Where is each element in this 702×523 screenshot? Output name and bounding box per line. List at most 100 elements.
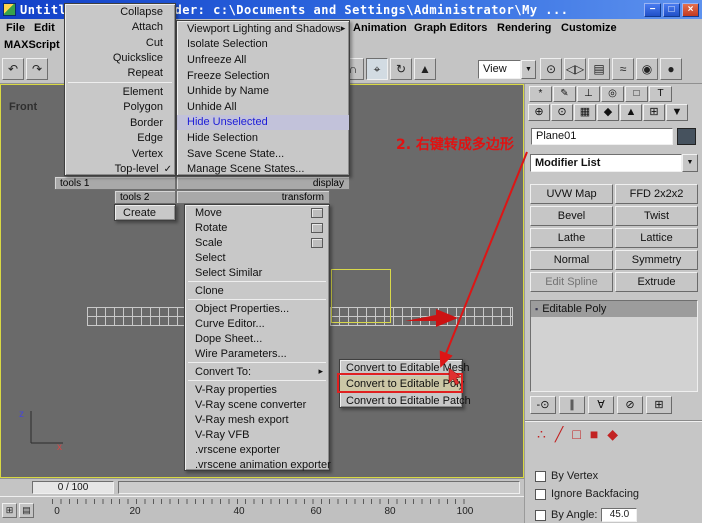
timeline-list-icon[interactable]: ▤ [19,503,34,518]
mirror-icon[interactable]: ◁▷ [564,58,586,80]
menu-item-polygon[interactable]: Polygon [65,100,175,115]
menu-item-save-scene-state[interactable]: Save Scene State... [177,146,349,162]
modifier-button-uvw-map[interactable]: UVW Map [530,184,613,204]
modifier-button-normal[interactable]: Normal [530,250,613,270]
menu-item-convert-to[interactable]: Convert To:▸ [185,364,329,379]
menu-item-vrscene-animation-exporter[interactable]: .vrscene animation exporter [185,457,329,472]
pin-stack-icon[interactable]: -⊙ [530,396,556,414]
menu-item-collapse[interactable]: Collapse [65,4,175,19]
modifier-button-twist[interactable]: Twist [615,206,698,226]
minimize-button[interactable]: − [644,3,661,17]
menu-item-vrscene-exporter[interactable]: .vrscene exporter [185,442,329,457]
panel-icon-3[interactable]: ▦ [574,104,596,121]
menu-item-border[interactable]: Border [65,115,175,130]
modifier-button-bevel[interactable]: Bevel [530,206,613,226]
tab-motion[interactable]: ◎ [601,86,624,102]
edge-subobject-icon[interactable]: ╱ [555,426,563,443]
curve-editor-icon[interactable]: ≈ [612,58,634,80]
configure-modifier-sets-icon[interactable]: ⊞ [646,396,672,414]
menu-item-unhide-all[interactable]: Unhide All [177,99,349,115]
dropdown-arrow-icon[interactable]: ▼ [521,60,536,79]
object-color-swatch[interactable] [677,128,696,145]
use-center-icon[interactable]: ⊙ [540,58,562,80]
select-and-scale-icon[interactable]: ▲ [414,58,436,80]
render-icon[interactable]: ● [660,58,682,80]
menu-item-rotate[interactable]: Rotate [185,220,329,235]
menu-item-vray-properties[interactable]: V-Ray properties [185,382,329,397]
material-editor-icon[interactable]: ◉ [636,58,658,80]
panel-icon-2[interactable]: ⊙ [551,104,573,121]
by-angle-checkbox[interactable]: By Angle: 45.0 [535,508,637,522]
menu-customize[interactable]: Customize [561,22,617,34]
menu-item-vray-vfb[interactable]: V-Ray VFB [185,427,329,442]
modifier-button-lattice[interactable]: Lattice [615,228,698,248]
layer-manager-icon[interactable]: ▤ [588,58,610,80]
stack-item-editable-poly[interactable]: ▪ Editable Poly [531,301,697,317]
menu-file[interactable]: File [6,22,25,34]
menu-item-vray-scene-converter[interactable]: V-Ray scene converter [185,397,329,412]
menu-item-unfreeze-all[interactable]: Unfreeze All [177,52,349,68]
menu-item-cut[interactable]: Cut [65,35,175,50]
modifier-button-lathe[interactable]: Lathe [530,228,613,248]
close-button[interactable]: × [682,3,699,17]
select-and-rotate-icon[interactable]: ↻ [390,58,412,80]
show-end-result-icon[interactable]: ∥ [559,396,585,414]
menu-item-vray-mesh-export[interactable]: V-Ray mesh export [185,412,329,427]
menu-item-unhide-by-name[interactable]: Unhide by Name [177,83,349,99]
make-unique-icon[interactable]: ∀ [588,396,614,414]
tab-utilities[interactable]: T [649,86,672,102]
menu-item-vertex[interactable]: Vertex [65,146,175,161]
panel-icon-6[interactable]: ⊞ [643,104,665,121]
border-subobject-icon[interactable]: □ [572,426,580,443]
modifier-button-ffd-2x2x2[interactable]: FFD 2x2x2 [615,184,698,204]
undo-icon[interactable]: ↶ [2,58,24,80]
menu-item-repeat[interactable]: Repeat [65,66,175,81]
menu-item-object-properties[interactable]: Object Properties... [185,301,329,316]
menu-item-isolate-selection[interactable]: Isolate Selection [177,37,349,53]
remove-modifier-icon[interactable]: ⊘ [617,396,643,414]
viewport-label[interactable]: Front [9,101,37,113]
panel-icon-1[interactable]: ⊕ [528,104,550,121]
tab-display[interactable]: □ [625,86,648,102]
menu-animation[interactable]: Animation [353,22,407,34]
object-name-field[interactable]: Plane01 [531,128,673,145]
modifier-button-edit-spline[interactable]: Edit Spline [530,272,613,292]
menu-item-clone[interactable]: Clone [185,283,329,298]
settings-icon[interactable] [311,223,323,233]
tab-create[interactable]: * [529,86,552,102]
menu-item-curve-editor[interactable]: Curve Editor... [185,316,329,331]
menu-item-dope-sheet[interactable]: Dope Sheet... [185,331,329,346]
menu-edit[interactable]: Edit [34,22,55,34]
track-bar-strip[interactable] [118,481,520,494]
menu-item-convert-to-editable-patch[interactable]: Convert to Editable Patch [340,393,462,409]
menu-item-select-similar[interactable]: Select Similar [185,265,329,280]
redo-icon[interactable]: ↷ [26,58,48,80]
menu-item-wire-parameters[interactable]: Wire Parameters... [185,346,329,361]
select-and-move-icon[interactable]: ⌖ [366,58,388,80]
settings-icon[interactable] [311,208,323,218]
tab-hierarchy[interactable]: ⊥ [577,86,600,102]
menu-rendering[interactable]: Rendering [497,22,551,34]
panel-icon-4[interactable]: ◆ [597,104,619,121]
settings-icon[interactable] [311,238,323,248]
menu-item-hide-selection[interactable]: Hide Selection [177,130,349,146]
reference-coordinate-dropdown[interactable]: View ▼ [478,60,536,79]
time-ruler[interactable]: 0 20 40 60 80 100 ⊞ ▤ [0,496,524,523]
modifier-button-extrude[interactable]: Extrude [615,272,698,292]
menu-graph-editors[interactable]: Graph Editors [414,22,487,34]
menu-item-element[interactable]: Element [65,84,175,99]
polygon-subobject-icon[interactable]: ■ [590,426,598,443]
by-angle-value[interactable]: 45.0 [601,508,637,522]
menu-maxscript[interactable]: MAXScript [4,39,60,51]
modifier-list-arrow-icon[interactable]: ▼ [682,154,698,172]
menu-item-top-level[interactable]: Top-level✓ [65,161,175,176]
panel-icon-5[interactable]: ▲ [620,104,642,121]
vertex-subobject-icon[interactable]: ∴ [537,426,546,443]
menu-item-create[interactable]: Create [115,205,175,220]
menu-item-freeze-selection[interactable]: Freeze Selection [177,68,349,84]
ignore-backfacing-checkbox[interactable]: Ignore Backfacing [535,488,639,500]
menu-item-edge[interactable]: Edge [65,131,175,146]
menu-item-move[interactable]: Move [185,205,329,220]
menu-item-convert-to-editable-mesh[interactable]: Convert to Editable Mesh [340,360,462,376]
menu-item-convert-to-editable-poly[interactable]: Convert to Editable Poly [340,376,462,392]
